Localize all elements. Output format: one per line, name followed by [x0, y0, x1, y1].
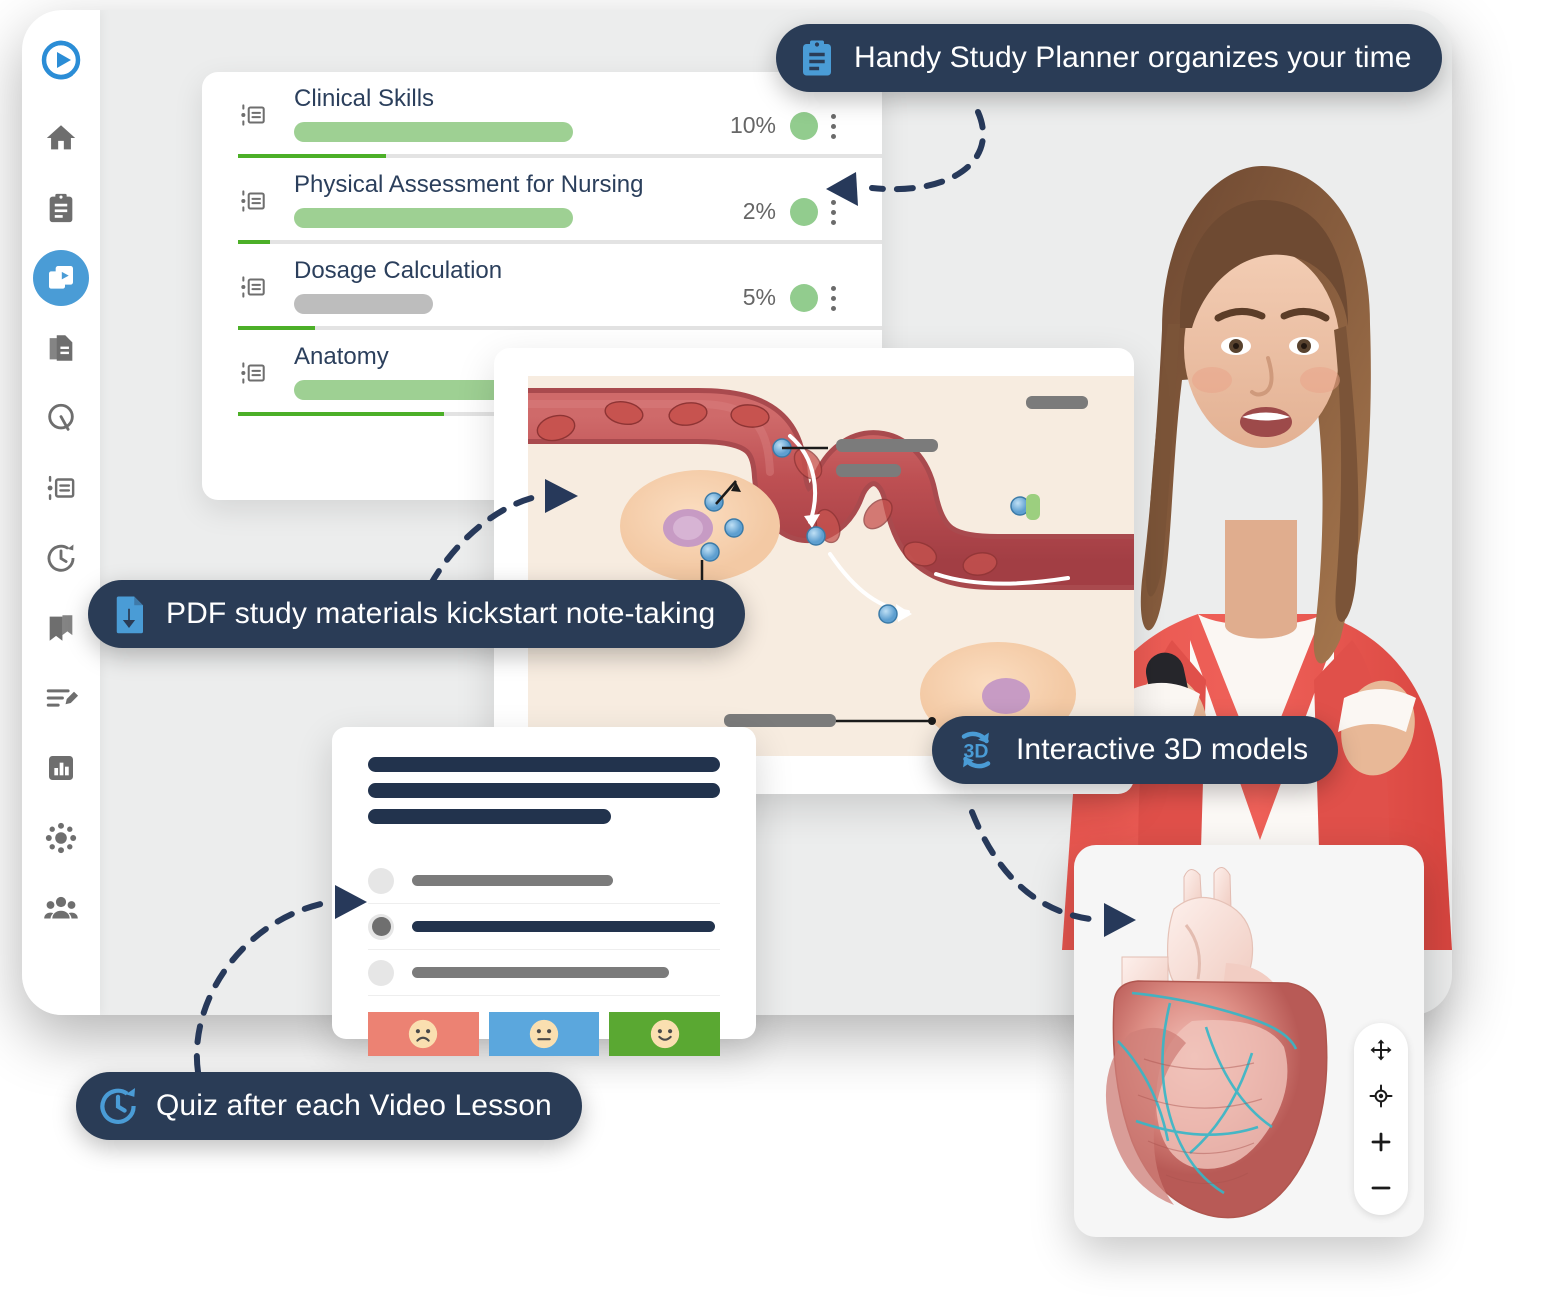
tooltip-label: Quiz after each Video Lesson: [156, 1089, 552, 1122]
status-badge: [790, 284, 818, 312]
neutral-face-button[interactable]: [488, 1012, 600, 1056]
course-percent: 10%: [729, 112, 776, 138]
course-placeholder-bar: [294, 208, 573, 229]
tooltip-label: PDF study materials kickstart note-takin…: [166, 597, 716, 630]
sidebar-item-videos[interactable]: [33, 250, 89, 306]
sidebar-item-agenda[interactable]: [33, 460, 89, 516]
sidebar-item-home[interactable]: [33, 110, 89, 166]
quiz-option[interactable]: [368, 858, 720, 904]
model-controls: [1354, 1023, 1408, 1215]
tooltip-label: Interactive 3D models: [1016, 733, 1309, 766]
course-title: Clinical Skills: [294, 85, 435, 112]
clipboard-icon: [796, 37, 838, 79]
agenda-list-icon: [238, 172, 282, 221]
neutral-face-icon: [529, 1019, 559, 1049]
sidebar-item-statistics[interactable]: [33, 740, 89, 796]
app-logo[interactable]: [33, 32, 89, 88]
status-badge: [790, 198, 818, 226]
heart-3d-model-card[interactable]: [1074, 845, 1424, 1237]
screenshot-root: Clinical Skills 10% Physical Assessment …: [0, 0, 1542, 1302]
option-text-placeholder: [412, 875, 613, 886]
pdf-download-icon: [108, 593, 150, 635]
table-row[interactable]: Clinical Skills 10%: [202, 72, 882, 158]
tooltip-label: Handy Study Planner organizes your time: [854, 41, 1412, 74]
svg-text:3D: 3D: [964, 741, 989, 763]
table-row[interactable]: Physical Assessment for Nursing 2%: [202, 158, 882, 244]
radio-button[interactable]: [368, 867, 394, 894]
recenter-icon[interactable]: [1366, 1081, 1396, 1111]
radio-button-selected[interactable]: [368, 913, 394, 940]
sidebar-item-questions[interactable]: [33, 390, 89, 446]
table-row[interactable]: Dosage Calculation 5%: [202, 244, 882, 330]
agenda-list-icon: [238, 86, 282, 135]
sidebar-item-documents[interactable]: [33, 320, 89, 376]
sidebar-item-bookmarks[interactable]: [33, 600, 89, 656]
sidebar-item-history[interactable]: [33, 530, 89, 586]
course-title: Physical Assessment for Nursing: [294, 171, 644, 198]
rotate-3d-icon: 3D: [952, 726, 1000, 774]
happy-face-button[interactable]: [609, 1012, 721, 1056]
tooltip-3d-models[interactable]: 3D Interactive 3D models: [932, 716, 1339, 784]
option-text-placeholder: [412, 967, 669, 978]
question-line: [368, 809, 611, 824]
zoom-out-icon[interactable]: [1366, 1173, 1396, 1203]
quiz-option[interactable]: [368, 904, 720, 950]
quiz-option[interactable]: [368, 950, 720, 996]
option-text-placeholder: [412, 921, 715, 932]
course-percent: 5%: [742, 284, 776, 310]
sidebar-item-notes[interactable]: [33, 670, 89, 726]
tooltip-quiz[interactable]: Quiz after each Video Lesson: [76, 1072, 582, 1140]
course-percent: 2%: [742, 198, 776, 224]
question-line: [368, 757, 720, 772]
course-placeholder-bar: [294, 294, 434, 315]
feedback-row: [368, 1012, 721, 1056]
anatomy-illustration: [528, 376, 1134, 756]
sad-face-icon: [409, 1019, 438, 1049]
question-line: [368, 783, 720, 798]
agenda-list-icon: [238, 344, 282, 393]
sidebar: [22, 10, 100, 1015]
zoom-in-icon[interactable]: [1366, 1127, 1396, 1157]
row-menu-button[interactable]: [818, 200, 848, 225]
sidebar-item-planner[interactable]: [33, 180, 89, 236]
tooltip-pdf-materials[interactable]: PDF study materials kickstart note-takin…: [88, 580, 746, 648]
row-menu-button[interactable]: [818, 286, 848, 311]
status-badge: [790, 112, 818, 140]
sidebar-item-concepts[interactable]: [33, 810, 89, 866]
course-title: Dosage Calculation: [294, 257, 503, 284]
history-clock-icon: [96, 1084, 140, 1128]
agenda-list-icon: [238, 258, 282, 307]
row-menu-button[interactable]: [818, 114, 848, 139]
tooltip-study-planner[interactable]: Handy Study Planner organizes your time: [776, 24, 1442, 92]
quiz-card[interactable]: [332, 727, 756, 1056]
pan-icon[interactable]: [1366, 1035, 1396, 1065]
sad-face-button[interactable]: [368, 1012, 479, 1056]
radio-button[interactable]: [368, 959, 394, 986]
course-placeholder-bar: [294, 122, 573, 143]
sidebar-item-community[interactable]: [33, 880, 89, 936]
happy-face-icon: [650, 1019, 679, 1049]
